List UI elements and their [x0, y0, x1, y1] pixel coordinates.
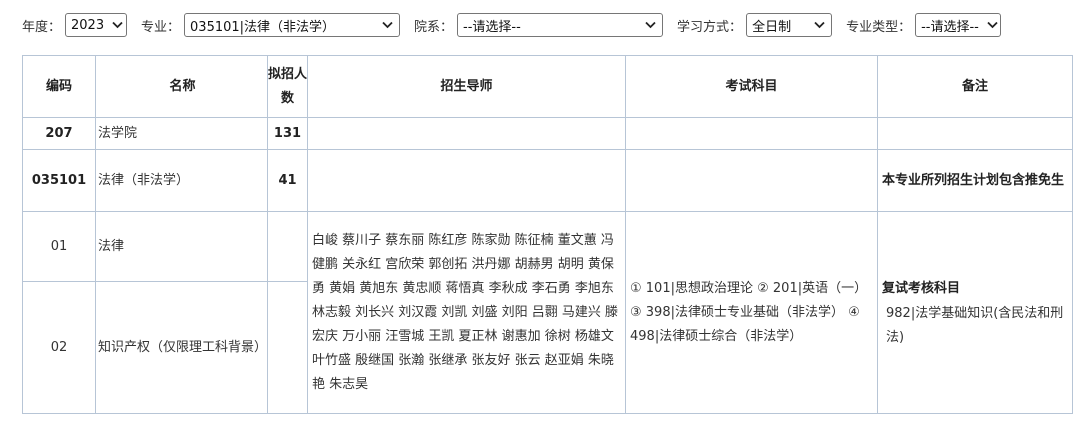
major-exam: [625, 149, 878, 212]
year-select[interactable]: 2023: [65, 13, 128, 37]
college-exam: [625, 117, 878, 150]
direction-name: 法律: [95, 211, 268, 282]
mode-select[interactable]: 全日制: [746, 13, 833, 37]
college-quota: 131: [267, 117, 308, 150]
college-code: 207: [22, 117, 96, 150]
major-code: 035101: [22, 149, 96, 212]
direction-name: 知识产权（仅限理工科背景）: [95, 281, 268, 414]
header-tutors: 招生导师: [307, 55, 626, 118]
college-remark: [877, 117, 1073, 150]
direction-quota: [267, 281, 308, 414]
enrollment-plan-table: 编码 名称 拟招人数 招生导师 考试科目 备注 207 法学院 131 0351…: [22, 55, 1073, 414]
college-name: 法学院: [95, 117, 268, 150]
direction-code: 02: [22, 281, 96, 414]
chevron-down-icon: [814, 19, 825, 32]
direction-quota: [267, 211, 308, 282]
major-tutors: [307, 149, 626, 212]
major-quota: 41: [267, 149, 308, 212]
chevron-down-icon: [112, 19, 123, 32]
college-row: 207 法学院 131: [22, 117, 1073, 150]
table-row: 01 法律 白峻 蔡川子 蔡东丽 陈红彦 陈家勋 陈征楠 董文蕙 冯健鹏 关永红…: [22, 211, 1073, 414]
type-select[interactable]: --请选择--: [915, 13, 1002, 37]
dept-select[interactable]: --请选择--: [457, 13, 664, 37]
year-label: 年度：: [22, 19, 62, 35]
type-label: 专业类型：: [846, 19, 912, 35]
retest-title: 复试考核科目: [882, 280, 961, 296]
major-remark: 本专业所列招生计划包含推免生: [877, 149, 1073, 212]
chevron-down-icon: [645, 19, 656, 32]
chevron-down-icon: [987, 19, 998, 32]
chevron-down-icon: [382, 19, 393, 32]
mode-label: 学习方式：: [677, 19, 743, 35]
header-remark: 备注: [877, 55, 1073, 118]
header-code: 编码: [22, 55, 96, 118]
header-exam: 考试科目: [625, 55, 878, 118]
major-row: 035101 法律（非法学） 41 本专业所列招生计划包含推免生: [22, 149, 1073, 212]
direction-code: 01: [22, 211, 96, 282]
exam-subjects: ① 101|思想政治理论 ② 201|英语（一） ③ 398|法律硕士专业基础（…: [625, 211, 878, 414]
filter-bar: 年度： 2023 专业： 035101|法律（非法学） 院系： --请选择-- …: [0, 0, 1080, 50]
major-select-value: 035101|法律（非法学）: [190, 19, 336, 35]
table-header-row: 编码 名称 拟招人数 招生导师 考试科目 备注: [22, 55, 1073, 118]
type-select-value: --请选择--: [921, 19, 979, 35]
retest-body: 982|法学基础知识(含民法和刑法): [886, 305, 1064, 345]
major-label: 专业：: [141, 19, 181, 35]
major-name: 法律（非法学）: [95, 149, 268, 212]
dept-label: 院系：: [414, 19, 454, 35]
dept-select-value: --请选择--: [463, 19, 521, 35]
header-name: 名称: [95, 55, 268, 118]
header-quota: 拟招人数: [267, 55, 308, 118]
major-select[interactable]: 035101|法律（非法学）: [184, 13, 401, 37]
retest-remark: 复试考核科目 982|法学基础知识(含民法和刑法): [877, 211, 1073, 414]
tutor-list: 白峻 蔡川子 蔡东丽 陈红彦 陈家勋 陈征楠 董文蕙 冯健鹏 关永红 宫欣荣 郭…: [307, 211, 626, 414]
mode-select-value: 全日制: [752, 19, 792, 35]
year-select-value: 2023: [71, 17, 105, 33]
college-tutors: [307, 117, 626, 150]
